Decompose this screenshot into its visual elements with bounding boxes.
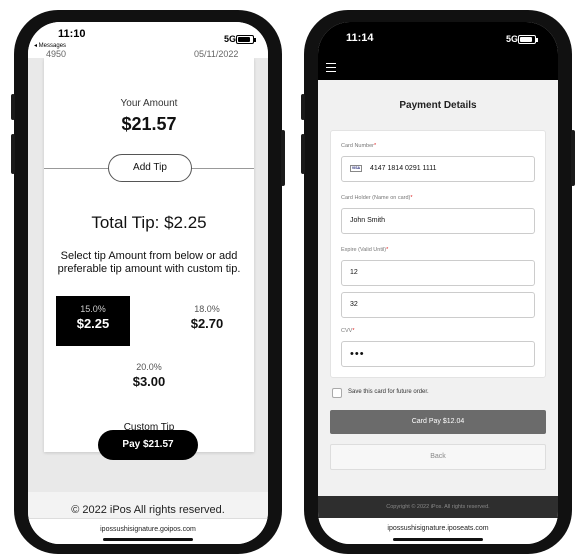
left-screen: 11:10 ◂ Messages 4950 05/11/2022 5G Your… [28,22,268,544]
back-to-messages-link[interactable]: ◂ Messages [34,42,66,49]
left-phone-frame: 11:10 ◂ Messages 4950 05/11/2022 5G Your… [11,10,285,554]
url-text: ipossushisignature.iposeats.com [387,525,489,532]
tip-option-amount: $2.70 [190,316,224,331]
top-nav-bar [318,58,558,80]
card-pay-button[interactable]: Card Pay $12.04 [330,410,546,434]
payment-form: Card Number* VISA 4147 1814 0291 1111 Car… [330,130,546,378]
right-phone-frame: 11:14 5G Payment Details Card Number* VI… [301,10,575,554]
pay-button[interactable]: Pay $21.57 [98,430,198,460]
hamburger-menu-icon[interactable] [326,63,336,72]
tip-option-amount: $2.25 [76,316,110,331]
card-number-label: Card Number* [341,143,377,149]
cvv-label: CVV* [341,328,355,334]
card-holder-label: Card Holder (Name on card)* [341,195,413,201]
card-number-value: 4147 1814 0291 1111 [370,165,437,172]
status-time: 11:14 [346,32,374,44]
cropped-order-date: 05/11/2022 [194,49,239,59]
copyright-text: © 2022 iPos All rights reserved. [71,504,225,516]
side-button [281,130,285,186]
tip-option-percent: 18.0% [194,304,220,314]
mute-switch [301,94,305,120]
tip-option-15[interactable]: 15.0% $2.25 [56,296,130,346]
battery-icon [518,35,538,44]
page-title: Payment Details [399,100,477,111]
volume-up-button [11,134,15,174]
home-indicator [393,538,483,541]
tip-instructions: Select tip Amount from below or add pref… [57,250,241,275]
expire-month-input[interactable]: 12 [341,260,535,286]
status-bar: 11:14 5G [318,22,558,58]
save-card-label: Save this card for future order. [348,389,429,395]
right-screen: 11:14 5G Payment Details Card Number* VI… [318,22,558,544]
status-time: 11:10 [58,28,86,40]
cropped-order-number: 4950 [46,49,67,59]
add-tip-button[interactable]: Add Tip [108,154,192,182]
network-indicator: 5G [224,34,237,44]
your-amount-value: $21.57 [121,114,177,134]
your-amount-label: Your Amount [120,98,178,109]
card-number-input[interactable]: VISA 4147 1814 0291 1111 [341,156,535,182]
save-card-checkbox[interactable] [332,388,342,398]
url-text: ipossushisignature.goipos.com [100,526,196,533]
visa-card-icon: VISA [350,164,362,172]
tip-option-amount: $3.00 [132,374,166,389]
tip-option-18[interactable]: 18.0% $2.70 [170,296,244,346]
tip-option-20[interactable]: 20.0% $3.00 [112,354,186,404]
mute-switch [11,94,15,120]
network-indicator: 5G [506,34,519,44]
expire-label: Expire (Valid Until)* [341,247,389,253]
volume-up-button [301,134,305,174]
expire-year-input[interactable]: 32 [341,292,535,318]
card-holder-input[interactable]: John Smith [341,208,535,234]
cvv-input[interactable]: ••• [341,341,535,367]
total-tip: Total Tip: $2.25 [91,213,207,232]
battery-icon [236,35,256,44]
back-button[interactable]: Back [330,444,546,470]
side-button [571,130,575,186]
footer: Copyright © 2022 iPos. All rights reserv… [318,496,558,518]
tip-card: Your Amount $21.57 Add Tip Total Tip: $2… [44,58,254,452]
home-indicator [103,538,193,541]
status-bar: 11:10 ◂ Messages 4950 05/11/2022 5G [28,22,268,59]
tip-option-percent: 20.0% [136,362,162,372]
tip-option-percent: 15.0% [80,304,106,314]
